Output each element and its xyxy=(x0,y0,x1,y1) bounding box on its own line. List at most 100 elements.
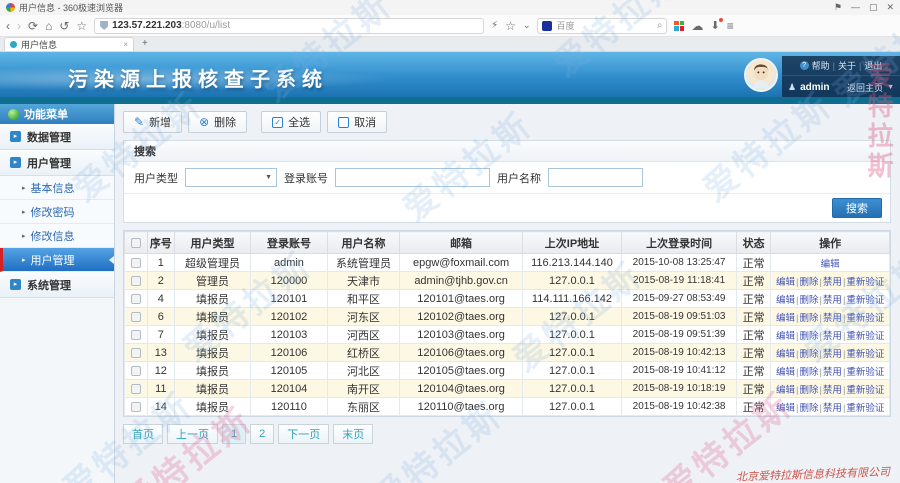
row-checkbox[interactable] xyxy=(131,384,141,394)
tab-title: 用户信息 xyxy=(21,38,57,51)
user-type-select[interactable]: ▼ xyxy=(185,168,277,187)
sidebar-item-4[interactable]: ▸修改信息 xyxy=(0,224,114,248)
flash-icon[interactable]: ⚡ xyxy=(491,21,498,31)
op-link-3[interactable]: 重新验证 xyxy=(846,367,884,378)
search-button[interactable]: 搜索 xyxy=(832,198,882,218)
page-button-1[interactable]: 上一页 xyxy=(167,424,218,444)
download-icon[interactable]: ⬇ xyxy=(710,19,719,32)
op-link-1[interactable]: 删除 xyxy=(799,403,818,414)
app-title: 污染源上报核查子系统 xyxy=(68,63,328,92)
op-link-2[interactable]: 禁用 xyxy=(823,277,842,288)
op-link-3[interactable]: 重新验证 xyxy=(846,385,884,396)
help-link[interactable]: 帮助 xyxy=(812,59,830,72)
caret-down-icon[interactable]: ▼ xyxy=(887,84,894,91)
op-link-0[interactable]: 编辑 xyxy=(776,331,795,342)
about-link[interactable]: 关于 xyxy=(838,59,856,72)
page-button-4[interactable]: 下一页 xyxy=(278,424,329,444)
op-link-0[interactable]: 编辑 xyxy=(776,313,795,324)
restore-icon[interactable]: ↺ xyxy=(59,20,69,32)
op-link-0[interactable]: 编辑 xyxy=(776,349,795,360)
select-all-button[interactable]: ✓ 全选 xyxy=(261,111,321,133)
minimize-button[interactable]: — xyxy=(851,2,860,13)
op-link-0[interactable]: 编辑 xyxy=(776,295,795,306)
tab-close-icon[interactable]: × xyxy=(123,40,128,49)
op-link-0[interactable]: 编辑 xyxy=(776,403,795,414)
pencil-icon: ✎ xyxy=(134,116,144,128)
cell-time: 2015-08-19 10:41:12 xyxy=(622,362,737,380)
op-link-1[interactable]: 删除 xyxy=(799,313,818,324)
op-link-2[interactable]: 禁用 xyxy=(823,295,842,306)
row-checkbox[interactable] xyxy=(131,366,141,376)
reload-icon[interactable]: ⟳ xyxy=(28,20,38,32)
back-icon[interactable]: ‹ xyxy=(6,20,10,32)
op-link-3[interactable]: 重新验证 xyxy=(846,277,884,288)
sidebar-item-5[interactable]: ▸用户管理 xyxy=(0,248,114,272)
home-icon[interactable]: ⌂ xyxy=(45,20,52,32)
op-link-3[interactable]: 重新验证 xyxy=(846,331,884,342)
row-checkbox[interactable] xyxy=(131,312,141,322)
add-button[interactable]: ✎ 新增 xyxy=(123,111,182,133)
page-button-2[interactable]: 1 xyxy=(222,424,246,444)
page-button-0[interactable]: 首页 xyxy=(123,424,163,444)
row-checkbox[interactable] xyxy=(131,258,141,268)
sidebar-item-3[interactable]: ▸修改密码 xyxy=(0,200,114,224)
baidu-search-box[interactable]: 百度 ⌕ xyxy=(537,18,667,34)
row-checkbox[interactable] xyxy=(131,348,141,358)
sidebar-item-label: 系统管理 xyxy=(27,277,71,293)
sidebar-item-6[interactable]: ▸系统管理 xyxy=(0,272,114,298)
op-link-1[interactable]: 删除 xyxy=(799,385,818,396)
op-link-3[interactable]: 重新验证 xyxy=(846,313,884,324)
page-button-5[interactable]: 末页 xyxy=(333,424,373,444)
op-link-0[interactable]: 编辑 xyxy=(776,385,795,396)
tab-user-info[interactable]: 用户信息 × xyxy=(4,37,134,51)
op-link-3[interactable]: 重新验证 xyxy=(846,349,884,360)
search-icon[interactable]: ⌕ xyxy=(657,21,663,31)
op-link-2[interactable]: 禁用 xyxy=(823,385,842,396)
op-link-3[interactable]: 重新验证 xyxy=(846,403,884,414)
op-link-2[interactable]: 禁用 xyxy=(823,331,842,342)
op-link-1[interactable]: 删除 xyxy=(799,277,818,288)
op-link-1[interactable]: 删除 xyxy=(799,331,818,342)
op-link-3[interactable]: 重新验证 xyxy=(846,295,884,306)
row-checkbox[interactable] xyxy=(131,330,141,340)
op-link-1[interactable]: 删除 xyxy=(799,367,818,378)
select-all-checkbox[interactable] xyxy=(131,238,141,248)
cancel-button[interactable]: 取消 xyxy=(327,111,387,133)
page-button-3[interactable]: 2 xyxy=(250,424,274,444)
op-link-2[interactable]: 禁用 xyxy=(823,403,842,414)
name-input[interactable] xyxy=(548,168,643,187)
bookmark-star-icon[interactable]: ☆ xyxy=(505,20,516,32)
apps-grid-icon[interactable] xyxy=(674,21,684,31)
op-link-2[interactable]: 禁用 xyxy=(823,313,842,324)
logout-link[interactable]: 退出 xyxy=(864,59,882,72)
op-link-1[interactable]: 删除 xyxy=(799,349,818,360)
forward-icon[interactable]: › xyxy=(17,20,21,32)
new-tab-button[interactable]: + xyxy=(142,38,148,51)
maximize-button[interactable]: ▢ xyxy=(869,2,878,13)
op-link-0[interactable]: 编辑 xyxy=(821,259,840,270)
cloud-icon[interactable]: ☁ xyxy=(691,20,703,32)
op-link-0[interactable]: 编辑 xyxy=(776,277,795,288)
cell-time: 2015-09-27 08:53:49 xyxy=(622,290,737,308)
favorite-icon[interactable]: ☆ xyxy=(76,20,87,32)
chevron-down-icon[interactable]: ⌄ xyxy=(523,21,531,30)
op-link-2[interactable]: 禁用 xyxy=(823,367,842,378)
op-link-1[interactable]: 删除 xyxy=(799,295,818,306)
address-bar[interactable]: 123.57.221.203:8080/u/list xyxy=(94,18,484,34)
delete-button[interactable]: ⊗ 删除 xyxy=(188,111,247,133)
row-checkbox[interactable] xyxy=(131,402,141,412)
row-checkbox[interactable] xyxy=(131,276,141,286)
menu-icon[interactable]: ≡ xyxy=(727,20,734,32)
home-link[interactable]: 返回主页 xyxy=(847,81,883,94)
cell-operations: 编辑|删除|禁用|重新验证 xyxy=(771,290,890,308)
login-input[interactable] xyxy=(335,168,490,187)
close-button[interactable]: ✕ xyxy=(886,2,894,13)
cell-no: 12 xyxy=(147,362,174,380)
row-checkbox[interactable] xyxy=(131,294,141,304)
op-link-0[interactable]: 编辑 xyxy=(776,367,795,378)
sidebar-item-2[interactable]: ▸基本信息 xyxy=(0,176,114,200)
sidebar-item-0[interactable]: ▸数据管理 xyxy=(0,124,114,150)
sidebar-item-1[interactable]: ▸用户管理 xyxy=(0,150,114,176)
skin-icon[interactable]: ⚑ xyxy=(834,2,842,13)
op-link-2[interactable]: 禁用 xyxy=(823,349,842,360)
